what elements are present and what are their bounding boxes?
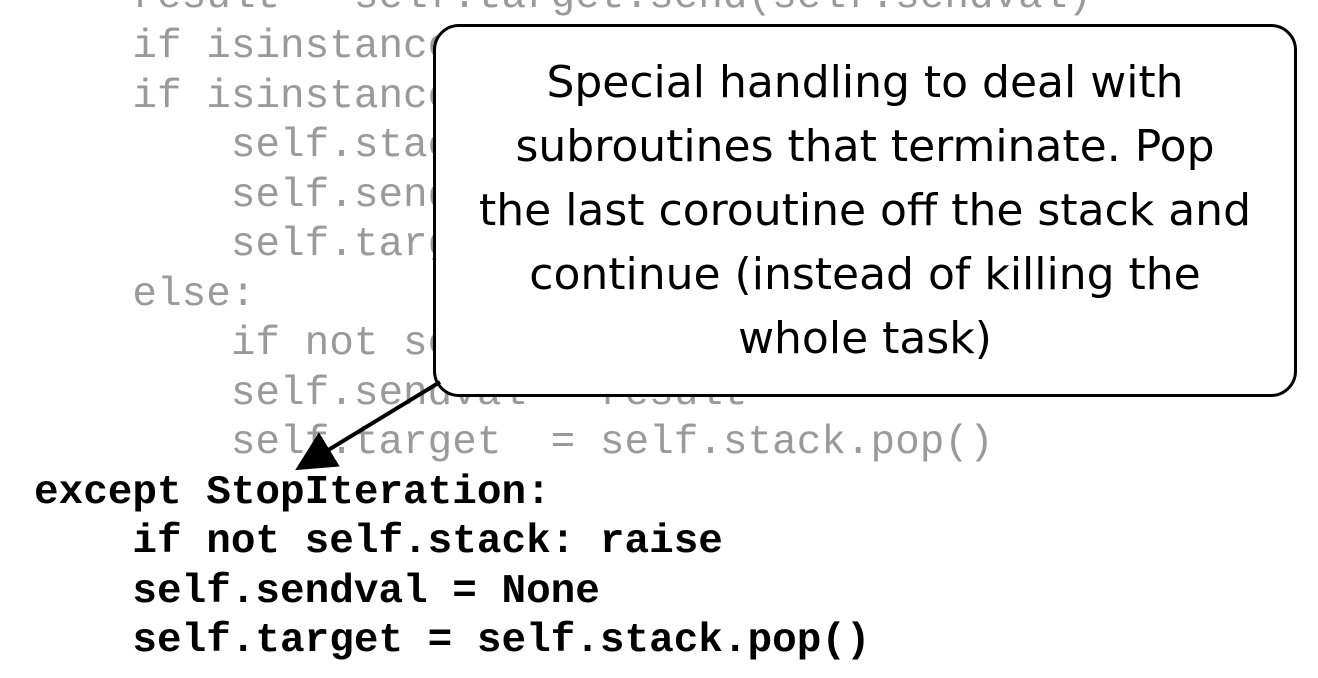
code-line-target-pop-dimmed: self.target = self.stack.pop() xyxy=(34,420,994,466)
code-line-except-stopiteration: except StopIteration: xyxy=(34,470,551,516)
code-line-target-pop-bold: self.target = self.stack.pop() xyxy=(34,618,871,664)
code-line-sendval-none-bold: self.sendval = None xyxy=(34,569,600,615)
code-line-if-not-stack-raise: if not self.stack: raise xyxy=(34,519,723,565)
callout-box: Special handling to deal with subroutine… xyxy=(433,24,1297,397)
code-line-result: result = self.target.send(self.sendval) xyxy=(34,0,1092,22)
callout-text: Special handling to deal with subroutine… xyxy=(479,56,1251,364)
code-line-else: else: xyxy=(34,272,256,318)
